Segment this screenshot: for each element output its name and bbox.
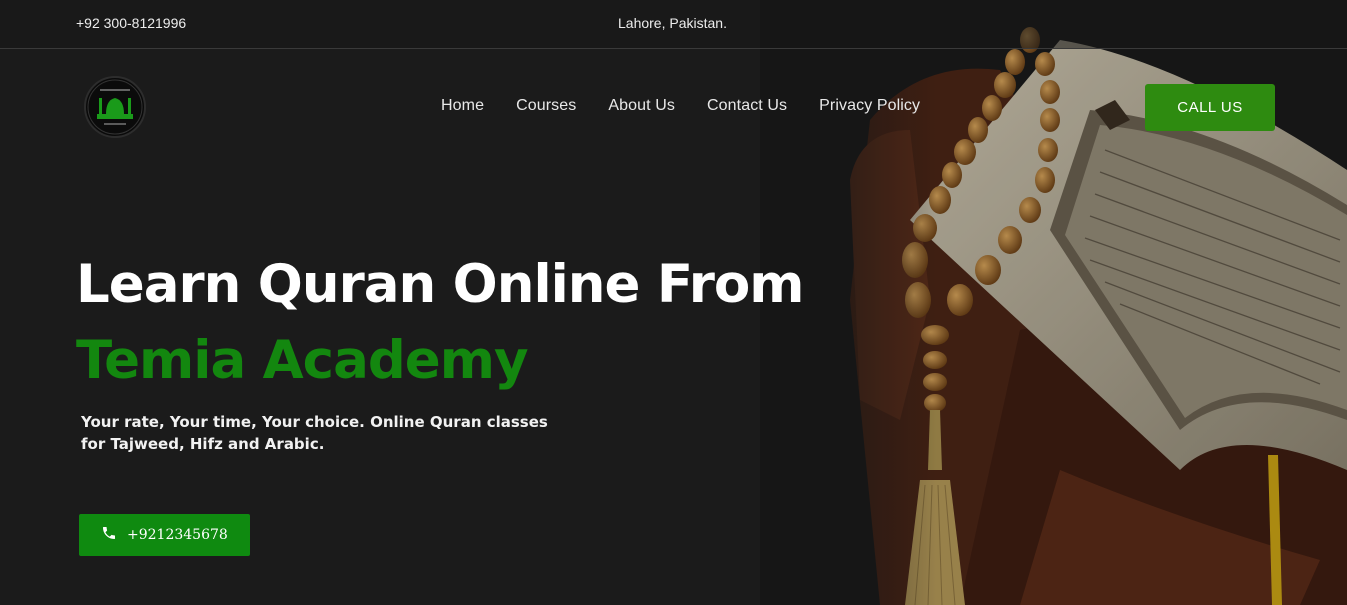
- mosque-logo-icon[interactable]: [84, 76, 146, 138]
- hero-title-line2: Temia Academy: [76, 330, 529, 391]
- nav-contact-us[interactable]: Contact Us: [707, 97, 787, 115]
- nav-home[interactable]: Home: [441, 97, 484, 115]
- hero-title-line1: Learn Quran Online From: [76, 254, 805, 315]
- main-nav: Home Courses About Us Contact Us Privacy…: [441, 97, 920, 115]
- top-bar: +92 300-8121996 Lahore, Pakistan.: [0, 0, 1347, 49]
- call-us-button[interactable]: CALL US: [1145, 84, 1275, 131]
- nav-about-us[interactable]: About Us: [608, 97, 675, 115]
- topbar-phone[interactable]: +92 300-8121996: [76, 15, 186, 31]
- nav-courses[interactable]: Courses: [516, 97, 576, 115]
- nav-privacy-policy[interactable]: Privacy Policy: [819, 97, 920, 115]
- hero-phone-button[interactable]: +9212345678: [79, 514, 250, 556]
- hero-phone-label: +9212345678: [127, 527, 228, 543]
- topbar-location: Lahore, Pakistan.: [618, 15, 727, 31]
- phone-icon: [101, 525, 117, 546]
- hero-subtitle: Your rate, Your time, Your choice. Onlin…: [81, 413, 548, 453]
